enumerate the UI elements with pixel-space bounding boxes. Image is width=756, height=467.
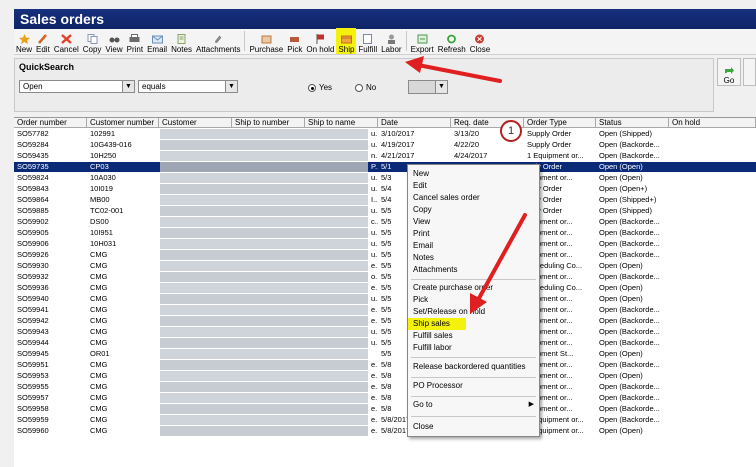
sales-orders-window: Sales orders New Edit Cancel Copy View P… (0, 0, 756, 467)
arrow-to-ship-sales (470, 213, 527, 314)
annotation-arrows (405, 56, 527, 314)
arrow-to-ship-button (405, 56, 502, 83)
